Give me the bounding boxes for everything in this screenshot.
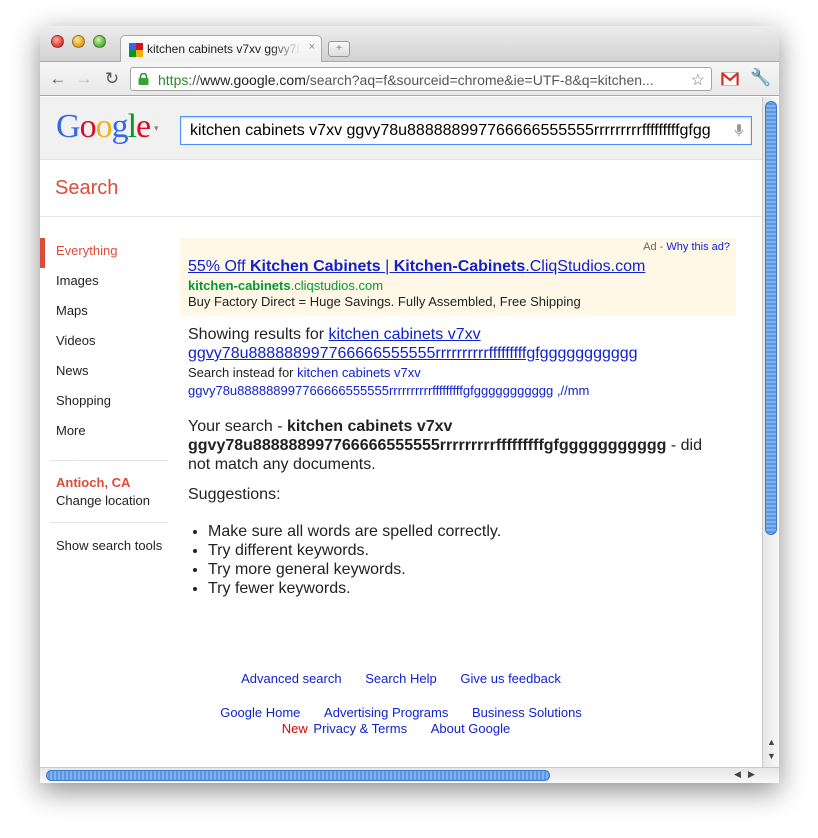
search-input[interactable]: kitchen cabinets v7xv ggvy78u88888899776… <box>180 116 752 145</box>
page-title: Search <box>55 177 119 199</box>
footer-links-bottom: Google Home Advertising Programs Busines… <box>40 705 762 737</box>
list-item: Try different keywords. <box>208 541 501 560</box>
scroll-right-arrow-icon[interactable]: ▶ <box>748 769 755 780</box>
sidebar-item-images[interactable]: Images <box>56 273 99 288</box>
sidebar-item-maps[interactable]: Maps <box>56 303 88 318</box>
vertical-scroll-thumb[interactable] <box>765 101 777 535</box>
change-location-link[interactable]: Change location <box>56 493 150 508</box>
sidebar-item-shopping[interactable]: Shopping <box>56 393 111 408</box>
advanced-search-link[interactable]: Advanced search <box>241 671 341 686</box>
tab-title: kitchen cabinets v7xv ggvy78u88888899776… <box>147 42 301 56</box>
suggestions-title: Suggestions: <box>188 486 281 503</box>
sidebar-item-news[interactable]: News <box>56 363 89 378</box>
google-logo[interactable]: Google <box>56 108 151 146</box>
search-input-value: kitchen cabinets v7xv ggvy78u88888899776… <box>190 122 711 139</box>
lock-icon <box>138 73 149 85</box>
why-this-ad-link[interactable]: Why this ad? <box>666 241 730 253</box>
logo-letter: e <box>136 108 151 145</box>
showing-results-for: Showing results for kitchen cabinets v7x… <box>188 326 638 362</box>
scroll-left-arrow-icon[interactable]: ◀ <box>734 769 741 780</box>
horizontal-scroll-thumb[interactable] <box>46 770 550 781</box>
show-search-tools-link[interactable]: Show search tools <box>56 538 162 553</box>
address-url: https://www.google.com/search?aq=f&sourc… <box>158 72 654 88</box>
new-tab-button[interactable]: + <box>328 41 350 57</box>
ad-title-link[interactable]: 55% Off Kitchen Cabinets | Kitchen-Cabin… <box>188 258 645 276</box>
ad-label: Ad - Why this ad? <box>643 241 730 253</box>
list-item: Try fewer keywords. <box>208 579 501 598</box>
horizontal-scrollbar[interactable]: ◀ ▶ <box>40 767 779 783</box>
no-match-message: Your search - kitchen cabinets v7xv ggvy… <box>188 418 702 473</box>
microphone-icon[interactable] <box>735 124 743 137</box>
nav-active-indicator <box>40 238 45 268</box>
bookmark-star-icon[interactable]: ☆ <box>691 70 705 90</box>
google-favicon-icon <box>129 43 143 57</box>
suggestions-list: Make sure all words are spelled correctl… <box>208 522 501 598</box>
browser-window: kitchen cabinets v7xv ggvy78u88888899776… <box>40 26 779 783</box>
forward-arrow-icon[interactable]: → <box>73 68 95 90</box>
google-home-link[interactable]: Google Home <box>220 705 300 720</box>
new-badge: New <box>281 721 308 736</box>
tab-strip: kitchen cabinets v7xv ggvy78u88888899776… <box>40 26 779 63</box>
tab-google-search[interactable]: kitchen cabinets v7xv ggvy78u88888899776… <box>120 35 322 63</box>
reload-icon[interactable]: ↻ <box>101 68 123 90</box>
browser-toolbar: ← → ↻ https://www.google.com/search?aq=f… <box>40 62 779 96</box>
sidebar-item-more[interactable]: More <box>56 423 86 438</box>
logo-letter: o <box>79 108 97 145</box>
logo-caret-icon[interactable]: ▾ <box>154 123 159 134</box>
logo-letter: o <box>95 108 113 145</box>
back-arrow-icon[interactable]: ← <box>47 68 69 90</box>
about-google-link[interactable]: About Google <box>431 721 511 736</box>
tab-close-icon[interactable]: × <box>309 41 315 53</box>
gmail-icon[interactable] <box>721 72 739 86</box>
ad-url: kitchen-cabinets.cliqstudios.com <box>188 278 384 293</box>
ad-block: Ad - Why this ad? 55% Off Kitchen Cabine… <box>180 238 736 316</box>
logo-letter: g <box>111 108 129 145</box>
sidebar-item-everything[interactable]: Everything <box>56 243 117 258</box>
nav-divider <box>50 522 168 523</box>
advertising-programs-link[interactable]: Advertising Programs <box>324 705 448 720</box>
sidebar-item-videos[interactable]: Videos <box>56 333 96 348</box>
minimize-window-button[interactable] <box>72 35 85 48</box>
logo-letter: G <box>56 108 81 145</box>
search-help-link[interactable]: Search Help <box>365 671 437 686</box>
list-item: Make sure all words are spelled correctl… <box>208 522 501 541</box>
footer-links-top: Advanced search Search Help Give us feed… <box>40 671 762 686</box>
give-feedback-link[interactable]: Give us feedback <box>460 671 560 686</box>
close-window-button[interactable] <box>51 35 64 48</box>
google-header: Google ▾ kitchen cabinets v7xv ggvy78u88… <box>40 97 762 160</box>
ad-description: Buy Factory Direct = Huge Savings. Fully… <box>188 294 581 309</box>
location-label: Antioch, CA <box>56 475 131 490</box>
vertical-scrollbar[interactable]: ▲ ▼ <box>762 97 779 767</box>
search-instead-for: Search instead for kitchen cabinets v7xv… <box>188 365 590 398</box>
logo-letter: l <box>127 108 138 145</box>
privacy-terms-link[interactable]: Privacy & Terms <box>313 721 407 736</box>
nav-divider <box>50 460 168 461</box>
list-item: Try more general keywords. <box>208 560 501 579</box>
page-content: Google ▾ kitchen cabinets v7xv ggvy78u88… <box>40 97 762 767</box>
address-bar[interactable]: https://www.google.com/search?aq=f&sourc… <box>130 67 712 91</box>
business-solutions-link[interactable]: Business Solutions <box>472 705 582 720</box>
wrench-icon[interactable]: 🔧 <box>750 68 771 88</box>
divider <box>40 216 762 217</box>
zoom-window-button[interactable] <box>93 35 106 48</box>
scroll-down-arrow-icon[interactable]: ▼ <box>767 751 776 761</box>
scroll-up-arrow-icon[interactable]: ▲ <box>767 737 776 747</box>
